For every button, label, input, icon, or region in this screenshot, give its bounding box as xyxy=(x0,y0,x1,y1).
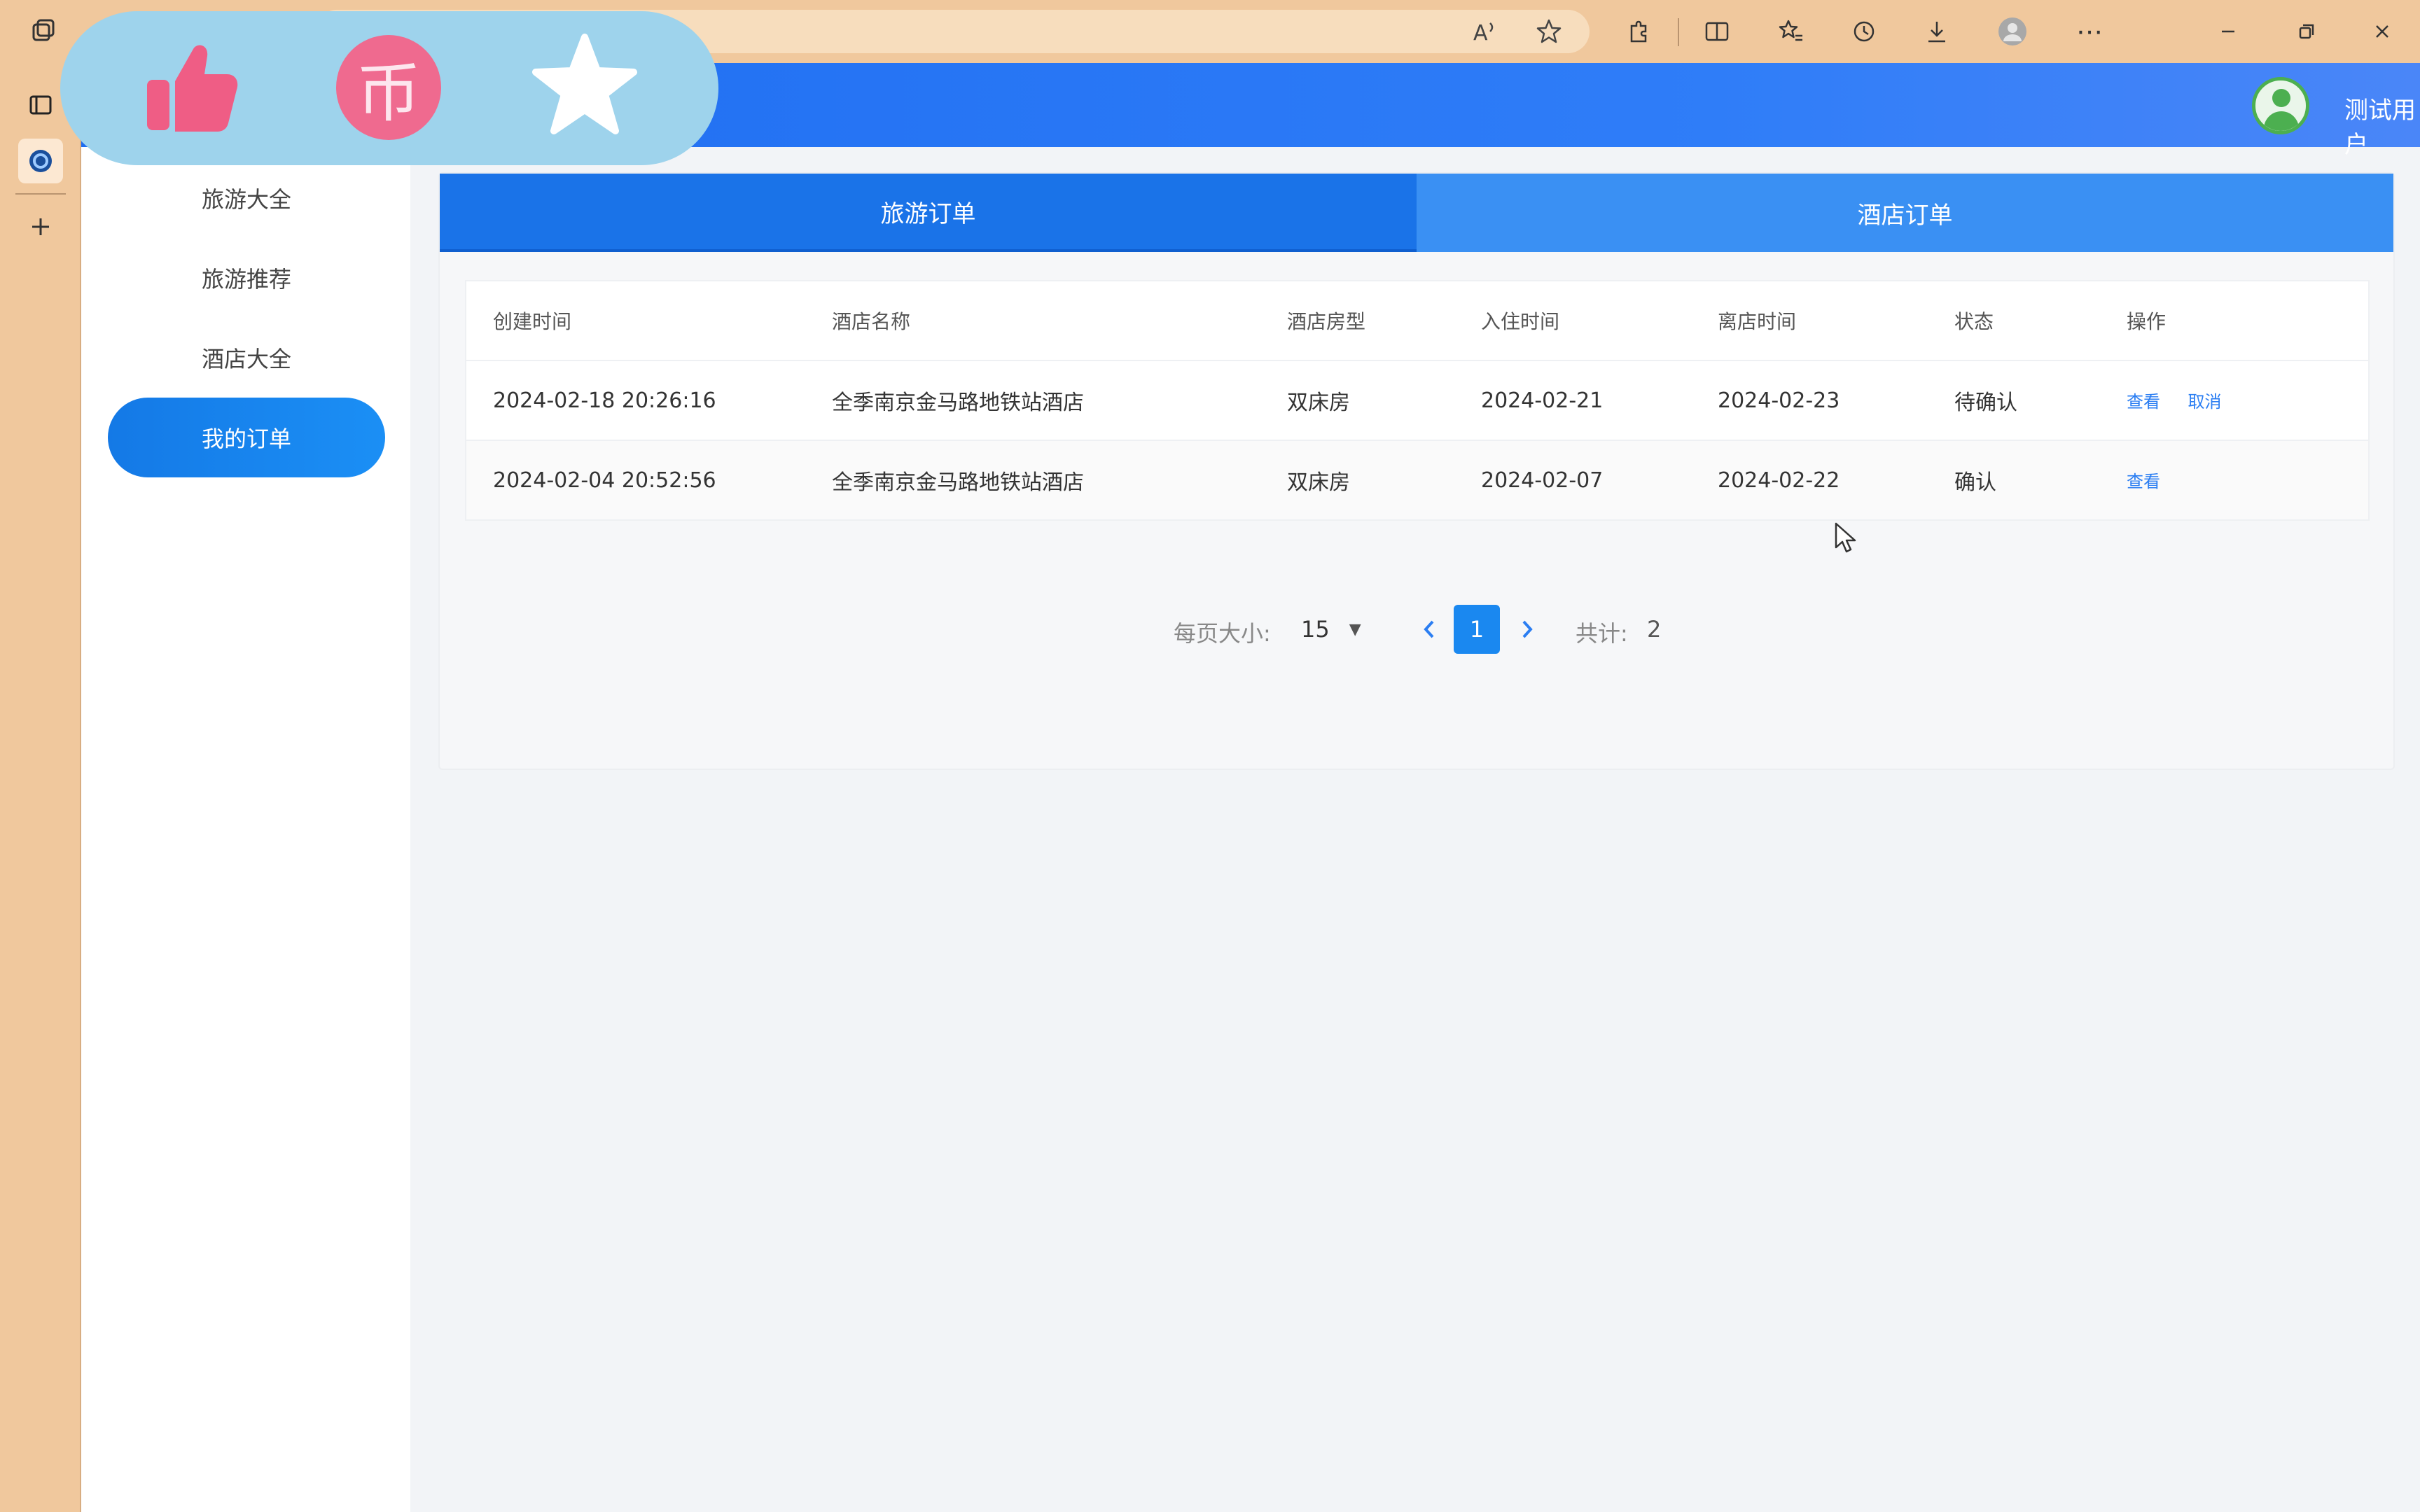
view-order-link[interactable]: 查看 xyxy=(2127,472,2160,491)
cell-checkin: 2024-02-21 xyxy=(1481,360,1718,441)
page-size-select[interactable]: 15 ▼ xyxy=(1301,613,1378,645)
sidebar-item-travel-recommend[interactable]: 旅游推荐 xyxy=(108,238,385,318)
cell-actions: 查看 xyxy=(2127,440,2369,521)
caret-down-icon: ▼ xyxy=(1349,620,1361,638)
new-tab-icon[interactable] xyxy=(18,204,63,249)
total-count: 2 xyxy=(1647,616,1662,643)
svg-text:A: A xyxy=(1473,21,1488,46)
split-screen-icon[interactable] xyxy=(1695,10,1739,53)
more-options-icon[interactable]: ⋯ xyxy=(2067,10,2112,53)
page-size-label: 每页大小: xyxy=(1174,620,1271,647)
next-page-button[interactable] xyxy=(1511,610,1543,648)
column-header-room-type: 酒店房型 xyxy=(1287,281,1481,361)
cell-created-time: 2024-02-18 20:26:16 xyxy=(466,360,832,441)
cancel-order-link[interactable]: 取消 xyxy=(2188,392,2222,412)
active-tab-favicon[interactable] xyxy=(18,139,63,183)
prev-page-button[interactable] xyxy=(1413,610,1445,648)
extensions-icon[interactable] xyxy=(1616,10,1661,53)
table-row: 2024-02-18 20:26:16 全季南京金马路地铁站酒店 双床房 202… xyxy=(466,360,2369,441)
cell-hotel-name: 全季南京金马路地铁站酒店 xyxy=(832,360,1287,441)
read-aloud-icon[interactable]: A xyxy=(1462,10,1507,53)
vertical-tabs-strip xyxy=(0,63,81,1512)
sidebar: 旅游大全 旅游推荐 酒店大全 我的订单 xyxy=(81,147,410,1512)
table-row: 2024-02-04 20:52:56 全季南京金马路地铁站酒店 双床房 202… xyxy=(466,440,2369,521)
tab-actions-icon[interactable] xyxy=(18,83,63,127)
page-size-value: 15 xyxy=(1301,616,1330,643)
sidebar-item-hotel-all[interactable]: 酒店大全 xyxy=(108,318,385,398)
cell-room-type: 双床房 xyxy=(1287,440,1481,521)
column-header-checkin: 入住时间 xyxy=(1481,281,1718,361)
mouse-cursor-icon xyxy=(1835,522,1856,553)
column-header-actions: 操作 xyxy=(2127,281,2369,361)
like-icon[interactable] xyxy=(130,28,249,147)
cell-checkout: 2024-02-23 xyxy=(1718,360,1954,441)
cell-hotel-name: 全季南京金马路地铁站酒店 xyxy=(832,440,1287,521)
coin-glyph: 币 xyxy=(336,35,441,140)
column-header-created-time: 创建时间 xyxy=(466,281,832,361)
restore-icon[interactable] xyxy=(2284,10,2329,53)
toolbar-separator xyxy=(1678,18,1679,46)
tab-divider xyxy=(15,193,66,195)
table-header-row: 创建时间 酒店名称 酒店房型 入住时间 离店时间 状态 操作 xyxy=(466,281,2369,361)
total-label: 共计: xyxy=(1576,620,1628,647)
coin-icon[interactable]: 币 xyxy=(329,28,448,147)
column-header-status: 状态 xyxy=(1954,281,2127,361)
current-page-button[interactable]: 1 xyxy=(1454,605,1500,654)
tab-travel-orders[interactable]: 旅游订单 xyxy=(440,174,1417,252)
column-header-hotel-name: 酒店名称 xyxy=(832,281,1287,361)
history-icon[interactable] xyxy=(1842,10,1886,53)
orders-table: 创建时间 酒店名称 酒店房型 入住时间 离店时间 状态 操作 2024-02-1… xyxy=(465,280,2370,521)
order-tabs: 旅游订单 酒店订单 xyxy=(440,174,2393,252)
cell-checkout: 2024-02-22 xyxy=(1718,440,1954,521)
orders-panel: 旅游订单 酒店订单 创建时间 酒店名称 酒店房型 入住时间 离店时间 状态 操作… xyxy=(438,172,2395,770)
cell-status: 待确认 xyxy=(1954,360,2127,441)
cell-room-type: 双床房 xyxy=(1287,360,1481,441)
column-header-checkout: 离店时间 xyxy=(1718,281,1954,361)
user-avatar[interactable] xyxy=(2252,77,2309,134)
favorites-icon[interactable] xyxy=(1769,10,1814,53)
reaction-overlay: 币 xyxy=(60,11,718,165)
sidebar-item-travel-all[interactable]: 旅游大全 xyxy=(108,158,385,238)
pagination: 每页大小: 15 ▼ 1 共计: 2 xyxy=(440,605,2393,654)
cell-checkin: 2024-02-07 xyxy=(1481,440,1718,521)
profile-icon[interactable] xyxy=(1990,10,2035,53)
favorite-icon[interactable] xyxy=(525,28,644,147)
view-order-link[interactable]: 查看 xyxy=(2127,392,2160,412)
downloads-icon[interactable] xyxy=(1914,10,1959,53)
workspaces-icon[interactable] xyxy=(21,10,66,53)
close-icon[interactable] xyxy=(2360,10,2405,53)
user-name[interactable]: 测试用户 xyxy=(2344,91,2420,160)
cell-created-time: 2024-02-04 20:52:56 xyxy=(466,440,832,521)
sidebar-item-my-orders[interactable]: 我的订单 xyxy=(108,398,385,477)
minimize-icon[interactable] xyxy=(2206,10,2251,53)
tab-hotel-orders[interactable]: 酒店订单 xyxy=(1417,174,2393,252)
cell-status: 确认 xyxy=(1954,440,2127,521)
favorite-star-icon[interactable] xyxy=(1527,10,1571,53)
cell-actions: 查看 取消 xyxy=(2127,360,2369,441)
